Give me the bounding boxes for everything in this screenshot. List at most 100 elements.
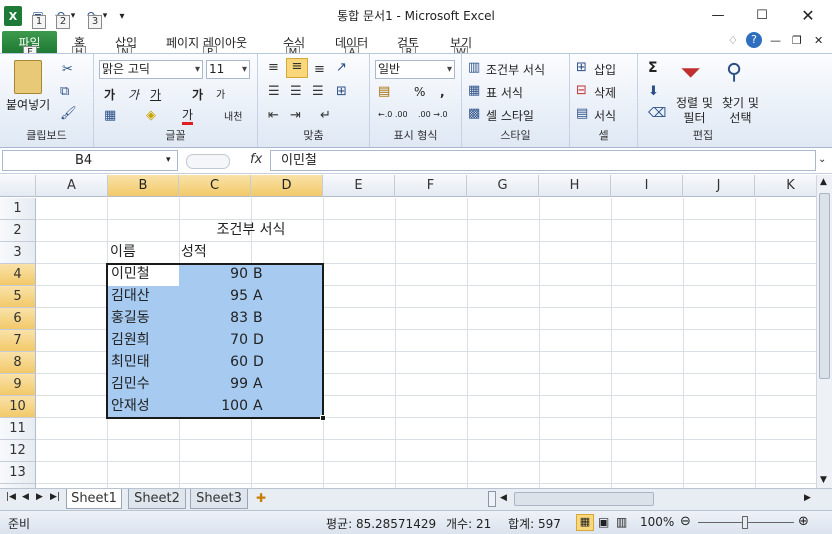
tab-split-handle[interactable]	[488, 491, 496, 507]
select-all-corner[interactable]	[0, 175, 36, 197]
horizontal-scroll-thumb[interactable]	[514, 492, 654, 506]
border-icon[interactable]: ▦	[104, 108, 116, 123]
scroll-right-icon[interactable]: ▶	[804, 493, 811, 503]
conditional-format-icon[interactable]: ▥	[468, 60, 480, 75]
align-left-icon[interactable]: ☰	[268, 84, 280, 99]
conditional-format-button[interactable]: 조건부 서식	[486, 61, 545, 78]
page-layout-view-icon[interactable]: ▣	[598, 515, 609, 529]
row-header-11[interactable]: 11	[0, 418, 36, 440]
clear-icon[interactable]: ⌫	[648, 106, 666, 121]
row-header-8[interactable]: 8	[0, 352, 36, 374]
scroll-up-icon[interactable]: ▲	[820, 177, 827, 187]
delete-cells-button[interactable]: 삭제	[594, 84, 616, 101]
align-bottom-icon[interactable]: ≡	[314, 62, 325, 77]
expand-formula-bar-icon[interactable]: ⌄	[818, 154, 826, 165]
cell-c3-header-score[interactable]: 성적	[179, 242, 251, 264]
insert-cells-icon[interactable]: ⊞	[576, 60, 587, 75]
zoom-slider-thumb[interactable]	[742, 516, 748, 529]
row-header-6[interactable]: 6	[0, 308, 36, 330]
paste-icon[interactable]	[14, 60, 42, 94]
column-header-g[interactable]: G	[467, 175, 539, 197]
merge-center-icon[interactable]: ⊞	[336, 84, 347, 99]
next-sheet-icon[interactable]: ▶	[36, 492, 43, 502]
doc-restore-icon[interactable]: ❐	[792, 34, 802, 47]
insert-sheet-icon[interactable]: ✚	[256, 491, 266, 505]
column-header-a[interactable]: A	[36, 175, 108, 197]
sort-filter-icon[interactable]: ⏷	[680, 58, 701, 89]
bold-button[interactable]: 가	[104, 86, 115, 103]
autosum-button[interactable]: Σ	[648, 60, 658, 76]
column-header-e[interactable]: E	[323, 175, 395, 197]
prev-sheet-icon[interactable]: ◀	[22, 492, 29, 502]
zoom-in-icon[interactable]: ⊕	[798, 514, 809, 529]
align-right-icon[interactable]: ☰	[312, 84, 324, 99]
vertical-scrollbar[interactable]: ▲ ▼	[816, 175, 832, 488]
font-name-combo[interactable]: 맑은 고딕	[99, 60, 203, 79]
zoom-out-icon[interactable]: ⊖	[680, 514, 691, 529]
maximize-icon[interactable]: ☐	[740, 0, 784, 31]
number-format-combo[interactable]: 일반	[375, 60, 455, 79]
column-header-f[interactable]: F	[395, 175, 467, 197]
text-direction-icon[interactable]: ↗	[336, 60, 347, 75]
insert-function-icon[interactable]: fx	[250, 152, 262, 167]
help-icon[interactable]: ?	[746, 32, 762, 48]
formula-bar-resize-handle[interactable]	[186, 154, 230, 169]
underline-button[interactable]: 가	[150, 86, 161, 103]
format-painter-icon[interactable]: 🖌	[60, 106, 77, 121]
row-header-7[interactable]: 7	[0, 330, 36, 352]
vertical-scroll-thumb[interactable]	[819, 193, 830, 379]
find-select-icon[interactable]: ⚲	[726, 60, 742, 85]
comma-button[interactable]: ,	[440, 85, 445, 99]
decrease-indent-icon[interactable]: ⇤	[268, 108, 279, 123]
minimize-icon[interactable]: —	[696, 0, 740, 31]
decrease-decimal-button[interactable]: .00 →.0	[418, 110, 448, 119]
sort-filter-button[interactable]: 정렬 및 필터	[676, 96, 713, 126]
zoom-level[interactable]: 100%	[640, 515, 674, 529]
find-select-button[interactable]: 찾기 및 선택	[722, 96, 759, 126]
formula-input[interactable]: 이민철	[270, 150, 816, 171]
delete-cells-icon[interactable]: ⊟	[576, 83, 587, 98]
last-sheet-icon[interactable]: ▶|	[50, 492, 60, 502]
column-header-k[interactable]: K	[755, 175, 816, 197]
worksheet-grid[interactable]: A B C D E F G H I J K 1 2 3 4 5 6 7 8 9 …	[0, 175, 816, 488]
fill-color-icon[interactable]: ◈	[146, 108, 156, 123]
italic-button[interactable]: 가	[128, 86, 139, 103]
cell-b3-header-name[interactable]: 이름	[108, 242, 179, 264]
insert-cells-button[interactable]: 삽입	[594, 61, 616, 78]
name-box-dropdown-icon[interactable]: ▾	[166, 155, 171, 165]
format-cells-icon[interactable]: ▤	[576, 106, 588, 121]
fill-handle[interactable]	[320, 415, 326, 421]
fill-icon[interactable]: ⬇	[648, 84, 659, 99]
percent-button[interactable]: %	[414, 85, 425, 99]
scroll-down-icon[interactable]: ▼	[820, 475, 827, 485]
column-header-c[interactable]: C	[179, 175, 251, 197]
column-header-j[interactable]: J	[683, 175, 755, 197]
grow-font-button[interactable]: 가	[192, 86, 203, 103]
align-middle-icon[interactable]: ≡	[286, 58, 308, 78]
sheet-tab-sheet3[interactable]: Sheet3	[190, 489, 248, 509]
format-table-icon[interactable]: ▦	[468, 83, 480, 98]
align-top-icon[interactable]: ≡	[268, 60, 279, 75]
row-header-13[interactable]: 13	[0, 462, 36, 484]
row-header-3[interactable]: 3	[0, 242, 36, 264]
name-box[interactable]: B4	[2, 150, 178, 171]
normal-view-icon[interactable]: ▦	[576, 514, 594, 531]
column-header-b[interactable]: B	[108, 175, 179, 197]
row-header-9[interactable]: 9	[0, 374, 36, 396]
cut-icon[interactable]: ✂	[62, 62, 73, 77]
font-size-combo[interactable]: 11	[206, 60, 250, 79]
paste-button[interactable]: 붙여넣기	[6, 96, 50, 113]
cell-styles-button[interactable]: 셀 스타일	[486, 107, 534, 124]
wrap-text-icon[interactable]: ↵	[320, 108, 331, 123]
row-header-5[interactable]: 5	[0, 286, 36, 308]
ribbon-collapse-icon[interactable]: ♢	[728, 34, 738, 47]
format-table-button[interactable]: 표 서식	[486, 84, 523, 101]
doc-minimize-icon[interactable]: —	[770, 34, 781, 47]
column-header-i[interactable]: I	[611, 175, 683, 197]
cell-styles-icon[interactable]: ▩	[468, 106, 480, 121]
cell-c2-title[interactable]: 조건부 서식	[179, 220, 323, 242]
copy-icon[interactable]: ⧉	[60, 84, 69, 99]
increase-indent-icon[interactable]: ⇥	[290, 108, 301, 123]
first-sheet-icon[interactable]: |◀	[6, 492, 16, 502]
close-icon[interactable]: ✕	[786, 0, 830, 31]
